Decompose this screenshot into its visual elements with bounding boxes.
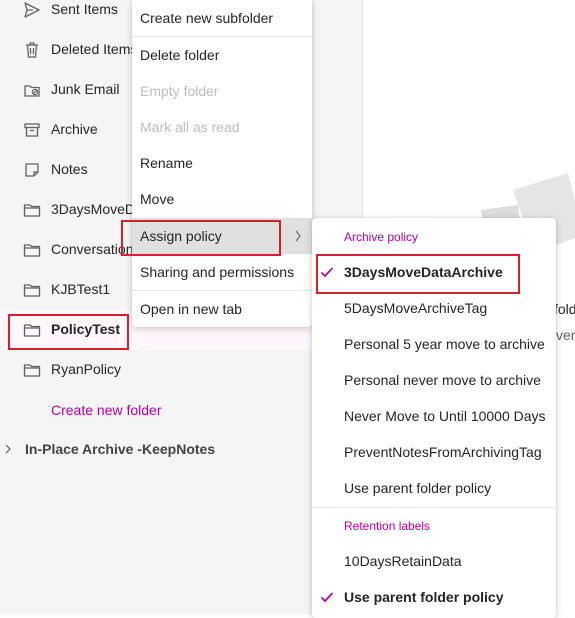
- menu-item-label: Assign policy: [140, 228, 222, 244]
- create-new-folder-link[interactable]: Create new folder: [51, 402, 162, 418]
- assign-policy-submenu: Archive policy 3DaysMoveDataArchive 5Day…: [312, 218, 556, 618]
- menu-item-label: Mark all as read: [140, 119, 240, 135]
- policy-item-label: 5DaysMoveArchiveTag: [344, 300, 488, 316]
- policy-item-label: Never Move to Until 10000 Days: [344, 408, 546, 424]
- folder-icon: [23, 244, 41, 257]
- policy-item-label: Personal never move to archive: [344, 372, 541, 388]
- junk-icon: [24, 85, 40, 97]
- trash-icon: [26, 42, 38, 58]
- retention-item-label: 10DaysRetainData: [344, 553, 462, 569]
- menu-item-label: Sharing and permissions: [140, 264, 295, 280]
- archive-policy-header: Archive policy: [344, 230, 419, 244]
- policy-item-use-parent-archive[interactable]: Use parent folder policy: [312, 470, 556, 506]
- folder-label: RyanPolicy: [51, 361, 122, 377]
- folder-label: Deleted Items: [51, 41, 138, 57]
- policy-item-never-move-10000[interactable]: Never Move to Until 10000 Days: [312, 398, 556, 434]
- chevron-right-icon[interactable]: [3, 442, 13, 456]
- folder-icon: [23, 324, 41, 337]
- menu-item-label: Empty folder: [140, 83, 219, 99]
- policy-item-3daysmovedataarchive[interactable]: 3DaysMoveDataArchive: [312, 254, 556, 290]
- submenu-separator: [312, 507, 556, 508]
- folder-label: KJBTest1: [51, 281, 111, 297]
- folder-label: Sent Items: [51, 1, 118, 17]
- menu-item-empty-folder: Empty folder: [132, 73, 312, 109]
- checkmark-icon: [320, 267, 334, 278]
- in-place-archive-group[interactable]: In-Place Archive -KeepNotes: [0, 438, 362, 462]
- policy-item-label: PreventNotesFromArchivingTag: [344, 444, 542, 460]
- folder-item-ryanpolicy[interactable]: RyanPolicy: [0, 350, 362, 390]
- archive-icon: [24, 123, 40, 137]
- reading-pane-subtext: ver: [556, 327, 575, 343]
- chevron-right-icon: [295, 230, 301, 242]
- menu-item-label: Delete folder: [140, 47, 220, 63]
- reading-pane-text: fold: [554, 301, 575, 317]
- menu-item-rename[interactable]: Rename: [132, 145, 312, 181]
- menu-item-create-subfolder[interactable]: Create new subfolder: [132, 0, 312, 36]
- retention-item-10daysretaindata[interactable]: 10DaysRetainData: [312, 543, 556, 579]
- menu-item-move[interactable]: Move: [132, 181, 312, 217]
- policy-item-personal-never[interactable]: Personal never move to archive: [312, 362, 556, 398]
- menu-item-label: Move: [140, 191, 175, 207]
- folder-label: Junk Email: [51, 81, 120, 97]
- policy-item-label: 3DaysMoveDataArchive: [344, 264, 503, 280]
- policy-item-label: Use parent folder policy: [344, 480, 492, 496]
- policy-item-label: Personal 5 year move to archive: [344, 336, 545, 352]
- retention-labels-header: Retention labels: [344, 519, 431, 533]
- folder-icon: [23, 364, 41, 377]
- folder-label: Archive: [51, 121, 98, 137]
- policy-item-5daysmovearchivetag[interactable]: 5DaysMoveArchiveTag: [312, 290, 556, 326]
- folder-label: 3DaysMoveD: [51, 201, 136, 217]
- folder-context-menu: Create new subfolder Delete folder Empty…: [132, 0, 312, 327]
- group-label: In-Place Archive -KeepNotes: [25, 441, 216, 457]
- note-icon: [25, 163, 39, 177]
- menu-item-label: Create new subfolder: [140, 10, 274, 26]
- folder-icon: [23, 284, 41, 297]
- folder-label: Conversation: [51, 241, 134, 257]
- checkmark-icon: [320, 592, 334, 603]
- menu-item-assign-policy[interactable]: Assign policy: [132, 218, 312, 254]
- policy-item-preventnotes[interactable]: PreventNotesFromArchivingTag: [312, 434, 556, 470]
- send-icon: [24, 2, 40, 18]
- policy-item-personal-5-year[interactable]: Personal 5 year move to archive: [312, 326, 556, 362]
- menu-item-mark-all-read: Mark all as read: [132, 109, 312, 145]
- folder-icon: [23, 204, 41, 217]
- menu-item-label: Open in new tab: [140, 301, 242, 317]
- menu-item-label: Rename: [140, 155, 193, 171]
- folder-label: Notes: [51, 161, 88, 177]
- menu-item-delete-folder[interactable]: Delete folder: [132, 37, 312, 73]
- menu-item-sharing-permissions[interactable]: Sharing and permissions: [132, 254, 312, 290]
- menu-item-open-new-tab[interactable]: Open in new tab: [132, 291, 312, 327]
- folder-label: PolicyTest: [51, 321, 120, 337]
- retention-item-label: Use parent folder policy: [344, 589, 504, 605]
- retention-item-use-parent[interactable]: Use parent folder policy: [312, 579, 556, 615]
